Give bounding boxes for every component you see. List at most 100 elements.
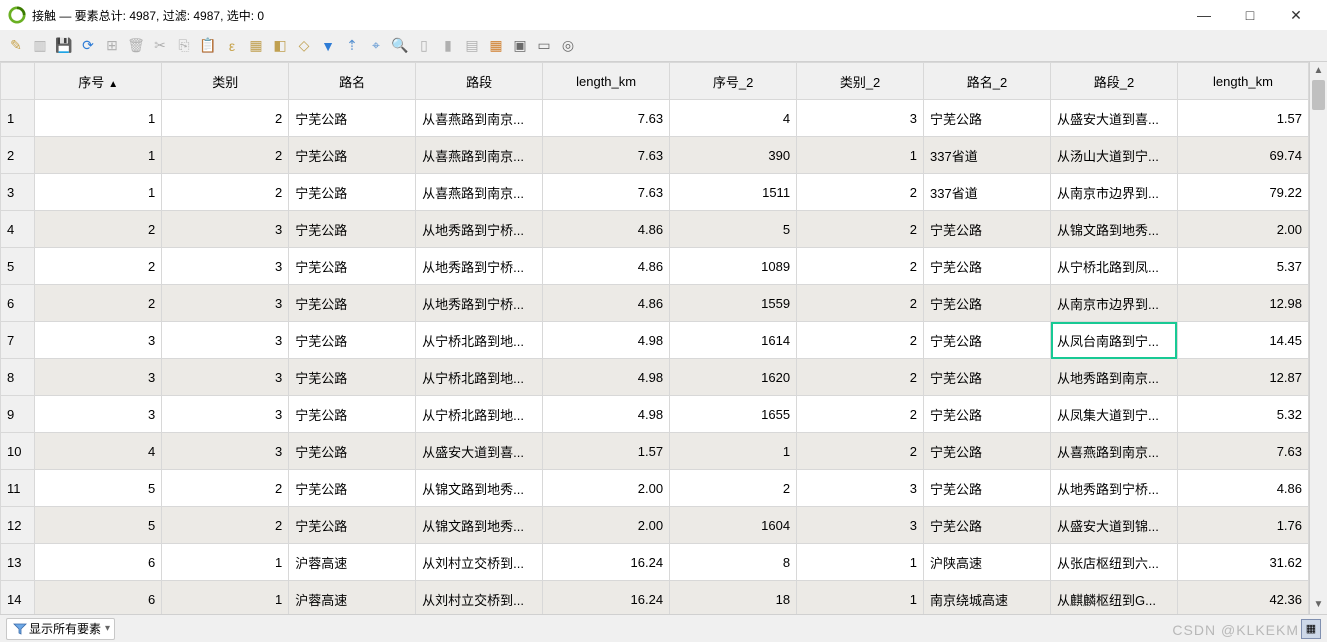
paste-icon[interactable]: 📋 bbox=[198, 36, 218, 56]
cell-lb[interactable]: 2 bbox=[162, 137, 289, 174]
cell-lm2[interactable]: 宁芜公路 bbox=[924, 359, 1051, 396]
table-row[interactable]: 623宁芜公路从地秀路到宁桥...4.8615592宁芜公路从南京市边界到...… bbox=[1, 285, 1309, 322]
cell-len2[interactable]: 31.62 bbox=[1177, 544, 1308, 581]
cell-xh2[interactable]: 390 bbox=[670, 137, 797, 174]
cell-lm2[interactable]: 宁芜公路 bbox=[924, 433, 1051, 470]
cell-xh[interactable]: 1 bbox=[35, 100, 162, 137]
cell-lb2[interactable]: 2 bbox=[797, 433, 924, 470]
cell-xh[interactable]: 3 bbox=[35, 322, 162, 359]
col-header-lb2[interactable]: 类别_2 bbox=[797, 63, 924, 100]
row-header[interactable]: 10 bbox=[1, 433, 35, 470]
row-header[interactable]: 11 bbox=[1, 470, 35, 507]
cell-xh[interactable]: 3 bbox=[35, 359, 162, 396]
cut-icon[interactable]: ✂ bbox=[150, 36, 170, 56]
col-header-xh2[interactable]: 序号_2 bbox=[670, 63, 797, 100]
cell-len[interactable]: 4.86 bbox=[543, 211, 670, 248]
cell-len2[interactable]: 79.22 bbox=[1177, 174, 1308, 211]
col-header-lm2[interactable]: 路名_2 bbox=[924, 63, 1051, 100]
cell-len2[interactable]: 1.76 bbox=[1177, 507, 1308, 544]
col-header-ld2[interactable]: 路段_2 bbox=[1051, 63, 1178, 100]
cell-xh2[interactable]: 1655 bbox=[670, 396, 797, 433]
cell-lm[interactable]: 宁芜公路 bbox=[289, 322, 416, 359]
cell-ld[interactable]: 从盛安大道到喜... bbox=[416, 433, 543, 470]
cell-lb2[interactable]: 2 bbox=[797, 174, 924, 211]
cell-ld[interactable]: 从地秀路到宁桥... bbox=[416, 248, 543, 285]
cell-xh[interactable]: 4 bbox=[35, 433, 162, 470]
cell-lb2[interactable]: 3 bbox=[797, 470, 924, 507]
cell-ld2[interactable]: 从张店枢纽到六... bbox=[1051, 544, 1178, 581]
cell-ld[interactable]: 从锦文路到地秀... bbox=[416, 507, 543, 544]
cell-xh2[interactable]: 1089 bbox=[670, 248, 797, 285]
cell-len2[interactable]: 14.45 bbox=[1177, 322, 1308, 359]
cell-len2[interactable]: 69.74 bbox=[1177, 137, 1308, 174]
vertical-scrollbar[interactable]: ▲ ▼ bbox=[1309, 62, 1327, 614]
cell-lb[interactable]: 3 bbox=[162, 322, 289, 359]
cell-ld[interactable]: 从锦文路到地秀... bbox=[416, 470, 543, 507]
pan-to-icon[interactable]: ⌖ bbox=[366, 36, 386, 56]
maximize-button[interactable]: □ bbox=[1227, 0, 1273, 30]
cell-xh[interactable]: 5 bbox=[35, 470, 162, 507]
form-view-icon[interactable]: ▣ bbox=[510, 36, 530, 56]
add-feature-icon[interactable]: ⊞ bbox=[102, 36, 122, 56]
cell-len[interactable]: 2.00 bbox=[543, 507, 670, 544]
row-header[interactable]: 3 bbox=[1, 174, 35, 211]
row-header[interactable]: 9 bbox=[1, 396, 35, 433]
cell-lb2[interactable]: 2 bbox=[797, 359, 924, 396]
cell-len[interactable]: 4.98 bbox=[543, 396, 670, 433]
cell-xh[interactable]: 6 bbox=[35, 544, 162, 581]
cell-xh[interactable]: 5 bbox=[35, 507, 162, 544]
cell-xh2[interactable]: 1511 bbox=[670, 174, 797, 211]
pencil-icon[interactable]: ✎ bbox=[6, 36, 26, 56]
cell-lm2[interactable]: 宁芜公路 bbox=[924, 507, 1051, 544]
cell-ld2[interactable]: 从凤台南路到宁... bbox=[1051, 322, 1178, 359]
cell-lm[interactable]: 宁芜公路 bbox=[289, 248, 416, 285]
cell-lb[interactable]: 2 bbox=[162, 507, 289, 544]
cell-lm[interactable]: 宁芜公路 bbox=[289, 285, 416, 322]
table-row[interactable]: 1461沪蓉高速从刘村立交桥到...16.24181南京绕城高速从麒麟枢纽到G.… bbox=[1, 581, 1309, 615]
cell-lm[interactable]: 宁芜公路 bbox=[289, 174, 416, 211]
cell-ld[interactable]: 从宁桥北路到地... bbox=[416, 359, 543, 396]
scroll-down-icon[interactable]: ▼ bbox=[1310, 596, 1327, 614]
actions-icon[interactable]: ◎ bbox=[558, 36, 578, 56]
row-header[interactable]: 2 bbox=[1, 137, 35, 174]
cell-lb2[interactable]: 2 bbox=[797, 285, 924, 322]
cell-lm[interactable]: 宁芜公路 bbox=[289, 470, 416, 507]
cell-xh[interactable]: 3 bbox=[35, 396, 162, 433]
cell-xh2[interactable]: 1 bbox=[670, 433, 797, 470]
cell-len2[interactable]: 42.36 bbox=[1177, 581, 1308, 615]
cell-xh2[interactable]: 2 bbox=[670, 470, 797, 507]
cell-lm[interactable]: 宁芜公路 bbox=[289, 100, 416, 137]
deselect-icon[interactable]: ◇ bbox=[294, 36, 314, 56]
cell-len[interactable]: 4.86 bbox=[543, 248, 670, 285]
cell-len[interactable]: 4.86 bbox=[543, 285, 670, 322]
cell-lm2[interactable]: 宁芜公路 bbox=[924, 396, 1051, 433]
cell-lb[interactable]: 3 bbox=[162, 248, 289, 285]
row-header[interactable]: 5 bbox=[1, 248, 35, 285]
col-header-lb[interactable]: 类别 bbox=[162, 63, 289, 100]
cell-ld2[interactable]: 从地秀路到宁桥... bbox=[1051, 470, 1178, 507]
table-row[interactable]: 312宁芜公路从喜燕路到南京...7.6315112337省道从南京市边界到..… bbox=[1, 174, 1309, 211]
scroll-up-icon[interactable]: ▲ bbox=[1310, 62, 1327, 80]
cell-lb2[interactable]: 1 bbox=[797, 544, 924, 581]
table-row[interactable]: 212宁芜公路从喜燕路到南京...7.633901337省道从汤山大道到宁...… bbox=[1, 137, 1309, 174]
cell-xh2[interactable]: 8 bbox=[670, 544, 797, 581]
attribute-table[interactable]: 序号▲ 类别 路名 路段 length_km 序号_2 类别_2 路名_2 路段… bbox=[0, 62, 1309, 614]
table-row[interactable]: 1152宁芜公路从锦文路到地秀...2.0023宁芜公路从地秀路到宁桥...4.… bbox=[1, 470, 1309, 507]
cell-lm[interactable]: 宁芜公路 bbox=[289, 433, 416, 470]
table-row[interactable]: 1043宁芜公路从盛安大道到喜...1.5712宁芜公路从喜燕路到南京...7.… bbox=[1, 433, 1309, 470]
cell-len2[interactable]: 12.87 bbox=[1177, 359, 1308, 396]
cell-lm2[interactable]: 宁芜公路 bbox=[924, 285, 1051, 322]
table-row[interactable]: 112宁芜公路从喜燕路到南京...7.6343宁芜公路从盛安大道到喜...1.5… bbox=[1, 100, 1309, 137]
cell-lm2[interactable]: 宁芜公路 bbox=[924, 248, 1051, 285]
cell-lb2[interactable]: 2 bbox=[797, 248, 924, 285]
cell-xh2[interactable]: 1620 bbox=[670, 359, 797, 396]
expression-select-icon[interactable]: ε bbox=[222, 36, 242, 56]
invert-select-icon[interactable]: ◧ bbox=[270, 36, 290, 56]
cell-lb[interactable]: 3 bbox=[162, 359, 289, 396]
cell-lb[interactable]: 3 bbox=[162, 433, 289, 470]
table-row[interactable]: 833宁芜公路从宁桥北路到地...4.9816202宁芜公路从地秀路到南京...… bbox=[1, 359, 1309, 396]
table-row[interactable]: 523宁芜公路从地秀路到宁桥...4.8610892宁芜公路从宁桥北路到凤...… bbox=[1, 248, 1309, 285]
cell-ld[interactable]: 从刘村立交桥到... bbox=[416, 581, 543, 615]
cell-len[interactable]: 1.57 bbox=[543, 433, 670, 470]
cell-lb[interactable]: 2 bbox=[162, 470, 289, 507]
